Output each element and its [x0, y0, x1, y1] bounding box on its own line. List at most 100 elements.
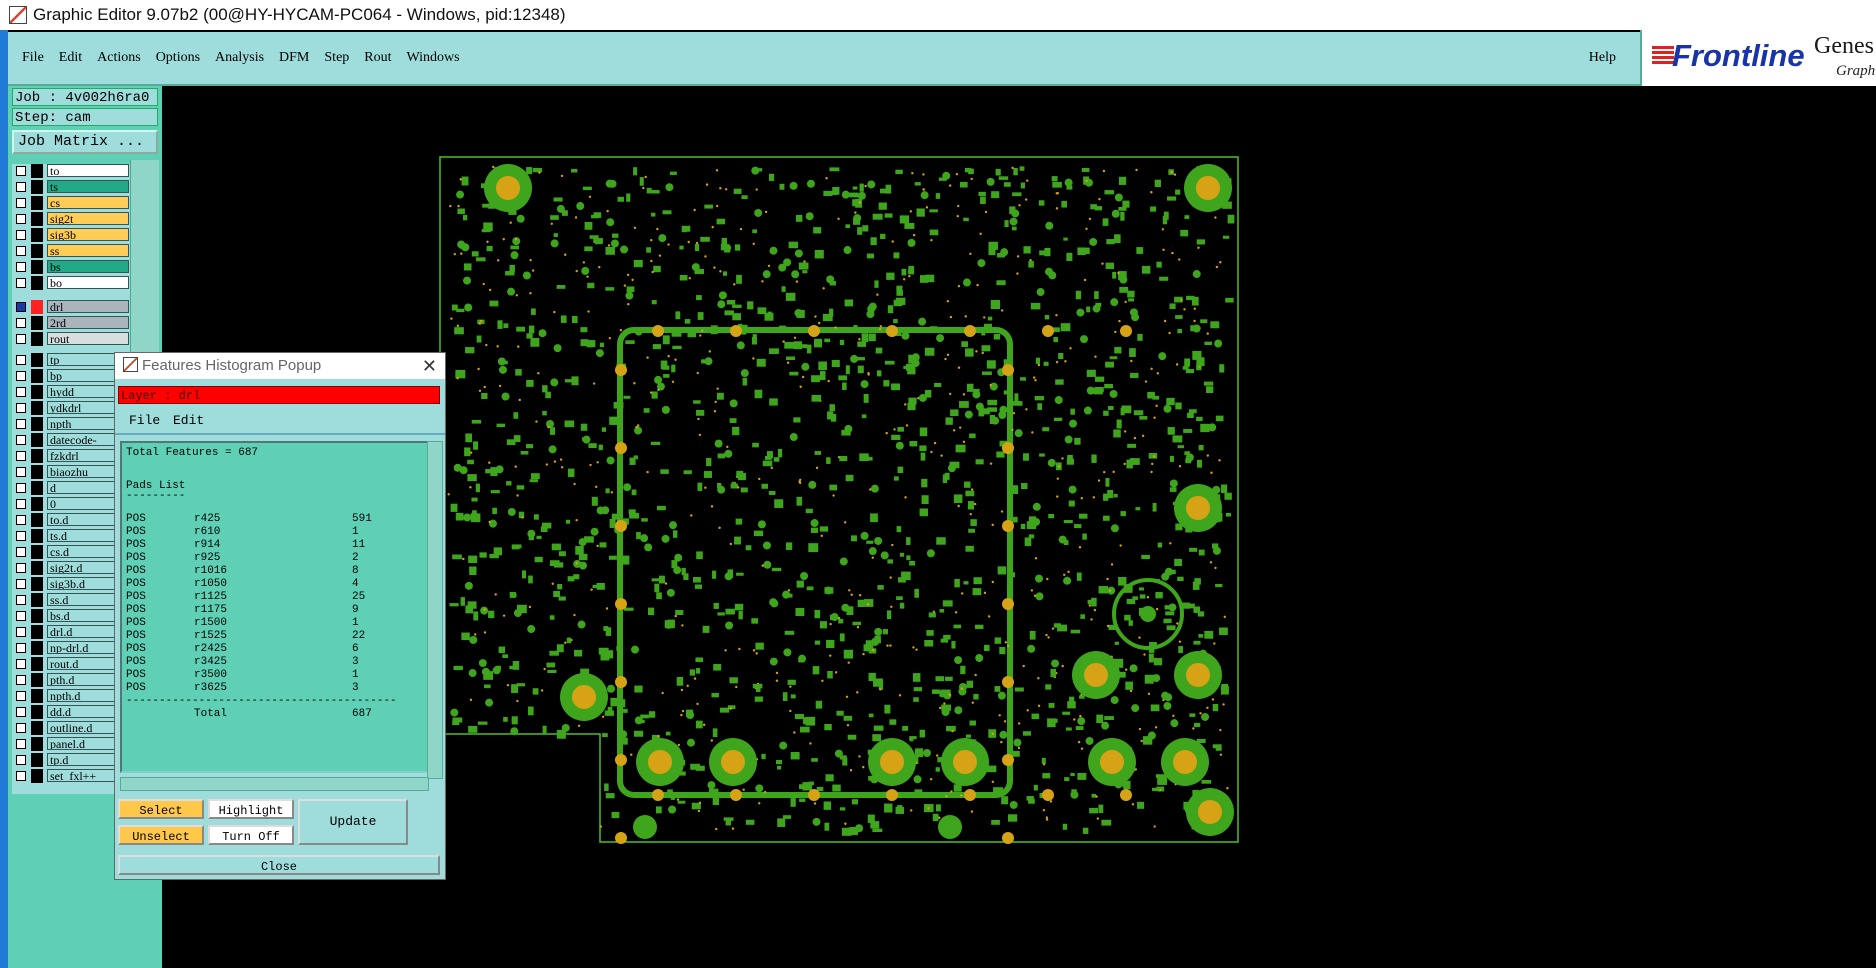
smd-pad	[684, 319, 691, 324]
smd-pad	[716, 218, 726, 225]
smd-pad	[942, 474, 948, 483]
smd-pad	[618, 737, 628, 745]
smd-pad	[844, 299, 854, 307]
pad	[581, 266, 590, 275]
via	[1016, 272, 1019, 275]
smd-pad	[829, 484, 837, 491]
via	[1156, 372, 1160, 375]
via	[488, 520, 491, 524]
smd-pad	[1188, 409, 1197, 414]
pad	[1013, 738, 1022, 747]
pad	[868, 302, 877, 311]
smd-pad	[884, 360, 895, 365]
close-button[interactable]: Close	[118, 855, 440, 875]
smd-pad	[605, 488, 610, 494]
smd-pad	[547, 669, 557, 673]
smd-pad	[598, 444, 603, 451]
smd-pad	[1128, 620, 1133, 626]
via	[696, 371, 699, 375]
smd-pad	[528, 325, 535, 334]
smd-pad	[737, 473, 747, 481]
via	[582, 261, 586, 264]
via	[834, 671, 838, 674]
pad	[553, 344, 562, 353]
smd-pad	[1080, 614, 1085, 619]
popup-menu-file[interactable]: File	[129, 413, 160, 428]
smd-pad	[769, 398, 778, 406]
smd-pad	[1091, 793, 1097, 798]
via	[502, 614, 506, 617]
via	[716, 387, 719, 390]
via	[1199, 712, 1202, 715]
smd-pad	[656, 505, 666, 511]
smd-pad	[633, 259, 643, 268]
smd-pad	[1047, 718, 1056, 728]
via	[962, 440, 966, 444]
via	[998, 714, 1001, 717]
pad	[991, 416, 1000, 425]
via	[786, 361, 790, 364]
edge-drill	[1042, 325, 1054, 337]
smd-pad	[1144, 674, 1154, 684]
via	[871, 556, 875, 559]
via	[1213, 642, 1216, 645]
via	[829, 622, 832, 626]
update-button[interactable]: Update	[298, 799, 408, 845]
via	[547, 425, 550, 429]
select-button[interactable]: Select	[118, 799, 204, 819]
turn-off-button[interactable]: Turn Off	[208, 825, 294, 845]
via	[850, 593, 853, 596]
via	[649, 391, 653, 394]
histogram-text[interactable]: Total Features = 687 Pads List ---------…	[120, 441, 429, 773]
via	[755, 652, 758, 655]
via	[1095, 795, 1098, 798]
popup-menu-edit[interactable]: Edit	[173, 413, 204, 428]
pad	[714, 439, 723, 448]
histogram-vscrollbar[interactable]	[427, 441, 443, 779]
smd-pad	[995, 168, 1001, 176]
smd-pad	[1066, 185, 1073, 190]
smd-pad	[893, 319, 898, 324]
smd-pad	[602, 733, 608, 738]
popup-menubar: File Edit	[115, 409, 445, 435]
via	[1183, 308, 1186, 311]
pad	[718, 291, 727, 300]
smd-pad	[733, 188, 742, 194]
pad	[839, 557, 848, 566]
smd-pad	[575, 546, 584, 555]
via	[971, 701, 974, 704]
smd-pad	[1033, 784, 1038, 791]
highlight-button[interactable]: Highlight	[208, 799, 294, 819]
smd-pad	[652, 344, 661, 350]
smd-pad	[825, 774, 834, 782]
smd-pad	[526, 167, 533, 175]
via	[930, 450, 933, 454]
close-icon[interactable]: ✕	[422, 353, 437, 379]
smd-pad	[695, 720, 703, 729]
via	[1169, 542, 1172, 545]
histogram-hscrollbar[interactable]	[120, 777, 429, 791]
pad	[769, 598, 778, 607]
smd-pad	[959, 401, 969, 408]
smd-pad	[1051, 176, 1058, 182]
row-count: 11	[352, 539, 366, 551]
smd-pad	[468, 726, 473, 731]
via	[710, 505, 714, 508]
via	[1218, 459, 1221, 462]
pad	[724, 449, 733, 458]
smd-pad	[1026, 796, 1034, 801]
unselect-button[interactable]: Unselect	[118, 825, 204, 845]
pad	[1089, 237, 1098, 246]
pad	[762, 270, 771, 279]
smd-pad	[498, 646, 506, 654]
via	[1172, 714, 1175, 718]
pad	[783, 648, 792, 657]
pad	[658, 234, 667, 243]
smd-pad	[531, 308, 536, 315]
pad	[857, 191, 866, 200]
via	[909, 210, 912, 213]
pad	[1158, 352, 1167, 361]
via	[715, 169, 719, 172]
smd-pad	[515, 369, 522, 376]
smd-pad	[580, 327, 588, 333]
